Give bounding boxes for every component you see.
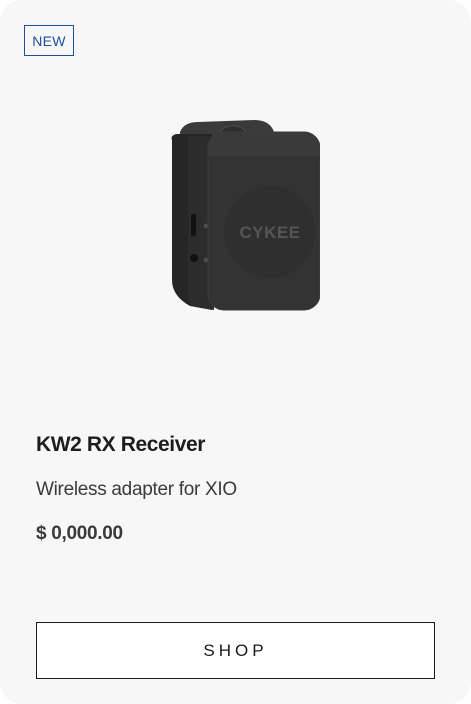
product-card[interactable]: NEW CYKEE KW2 RX Receiver Wireless adapt… [0, 0, 471, 704]
usb-port [191, 214, 196, 236]
device-logo-text: CYKEE [239, 223, 300, 242]
product-subtitle: Wireless adapter for XIO [36, 479, 237, 500]
product-price: $ 0,000.00 [36, 523, 123, 544]
product-image[interactable]: CYKEE [150, 110, 320, 320]
new-badge: NEW [24, 25, 74, 56]
shop-button[interactable]: SHOP [36, 622, 435, 679]
product-title[interactable]: KW2 RX Receiver [36, 433, 205, 457]
audio-jack [190, 254, 198, 262]
